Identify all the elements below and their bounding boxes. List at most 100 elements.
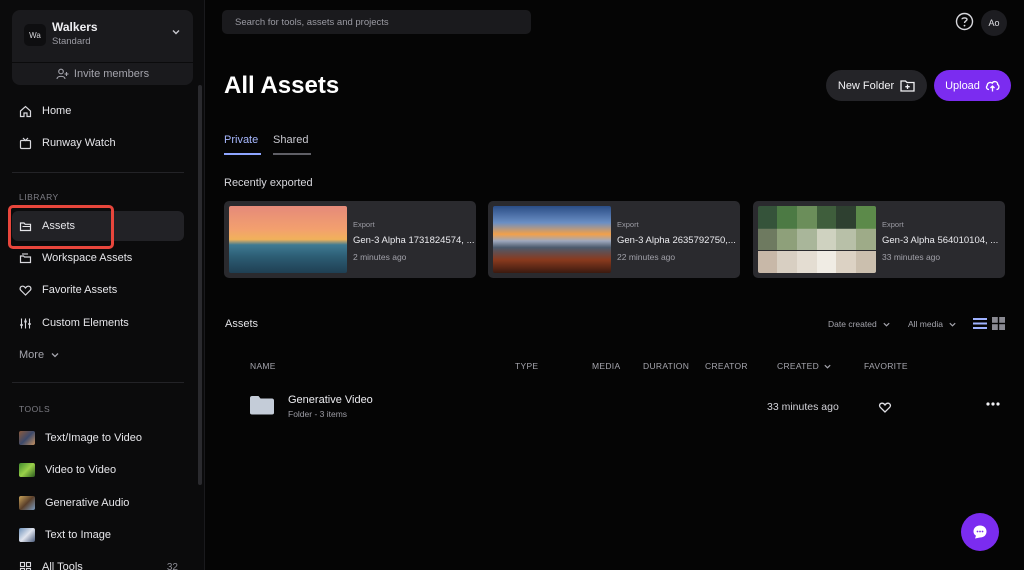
- video-to-video-icon: [19, 463, 35, 477]
- sidebar-item-label: Custom Elements: [42, 317, 129, 329]
- recent-export-card[interactable]: Export Gen-3 Alpha 1731824574, ... 2 min…: [224, 201, 476, 278]
- workspace-plan: Standard: [52, 36, 91, 47]
- sidebar-scrollbar[interactable]: [198, 85, 202, 485]
- user-avatar[interactable]: Ao: [981, 10, 1007, 36]
- export-thumbnail: [229, 206, 347, 273]
- media-filter-label: All media: [908, 319, 943, 329]
- tv-icon: [19, 137, 32, 149]
- sidebar: Wa Walkers Standard Invite members Home …: [0, 0, 205, 570]
- tools-section-label: TOOLS: [19, 404, 51, 414]
- recent-export-card[interactable]: Export Gen-3 Alpha 2635792750,... 22 min…: [488, 201, 740, 278]
- page-title: All Assets: [224, 72, 340, 99]
- add-user-icon: [56, 68, 69, 80]
- column-header-created[interactable]: CREATED: [777, 361, 832, 371]
- column-header-media[interactable]: MEDIA: [592, 361, 620, 371]
- sidebar-divider: [12, 382, 184, 383]
- column-header-creator[interactable]: CREATOR: [705, 361, 748, 371]
- sidebar-item-more[interactable]: More: [12, 340, 184, 370]
- sidebar-item-runway-watch[interactable]: Runway Watch: [12, 128, 184, 158]
- export-title: Gen-3 Alpha 564010104, ...: [882, 235, 999, 246]
- tab-private[interactable]: Private: [224, 134, 261, 155]
- sidebar-item-custom-elements[interactable]: Custom Elements: [12, 308, 184, 338]
- sidebar-item-all-tools[interactable]: All Tools 32: [12, 552, 184, 570]
- grid-icon: [19, 561, 32, 570]
- export-thumbnail: [493, 206, 611, 273]
- export-time: 22 minutes ago: [617, 252, 676, 262]
- export-title: Gen-3 Alpha 1731824574, ...: [353, 235, 475, 246]
- workspace-icon: [19, 252, 32, 263]
- sidebar-item-label: Workspace Assets: [42, 252, 133, 264]
- column-header-name[interactable]: NAME: [250, 361, 276, 371]
- sidebar-item-label: Text/Image to Video: [45, 432, 143, 444]
- media-filter-dropdown[interactable]: All media: [908, 319, 957, 329]
- list-view-icon[interactable]: [973, 317, 987, 330]
- sidebar-item-label: Favorite Assets: [42, 284, 118, 296]
- sidebar-item-home[interactable]: Home: [12, 96, 184, 126]
- grid-view-icon[interactable]: [992, 317, 1005, 330]
- heart-icon: [19, 285, 32, 296]
- export-thumbnail: [758, 206, 876, 273]
- workspace-name: Walkers: [52, 20, 98, 34]
- export-type: Export: [882, 220, 904, 229]
- export-time: 2 minutes ago: [353, 252, 407, 262]
- sort-label: Date created: [828, 319, 877, 329]
- home-icon: [19, 105, 32, 117]
- workspace-avatar: Wa: [24, 24, 46, 46]
- export-type: Export: [617, 220, 639, 229]
- chat-support-button[interactable]: [961, 513, 999, 551]
- sidebar-item-label: All Tools: [42, 561, 83, 570]
- heart-icon[interactable]: [878, 401, 892, 414]
- recent-export-card[interactable]: Export Gen-3 Alpha 564010104, ... 33 min…: [753, 201, 1005, 278]
- sidebar-item-video-to-video[interactable]: Video to Video: [12, 455, 184, 485]
- sidebar-divider: [12, 172, 184, 173]
- new-folder-button[interactable]: New Folder: [826, 70, 927, 101]
- workspace-divider: [12, 62, 193, 63]
- tool-count-badge: 32: [166, 561, 178, 570]
- search-input[interactable]: Search for tools, assets and projects: [222, 10, 531, 34]
- chevron-down-icon: [883, 322, 890, 327]
- assets-heading: Assets: [225, 318, 259, 330]
- help-icon[interactable]: [955, 12, 974, 31]
- text-to-image-icon: [19, 528, 35, 542]
- table-row[interactable]: Generative Video Folder - 3 items 33 min…: [224, 384, 1014, 430]
- asset-meta: Folder - 3 items: [288, 409, 348, 419]
- asset-name: Generative Video: [288, 394, 373, 406]
- tab-shared[interactable]: Shared: [273, 134, 311, 155]
- column-header-favorite[interactable]: FAVORITE: [864, 361, 908, 371]
- export-type: Export: [353, 220, 375, 229]
- sidebar-item-text-image-to-video[interactable]: Text/Image to Video: [12, 423, 184, 453]
- upload-button[interactable]: Upload: [934, 70, 1011, 101]
- sliders-icon: [20, 318, 31, 328]
- asset-created: 33 minutes ago: [767, 401, 839, 413]
- export-title: Gen-3 Alpha 2635792750,...: [617, 235, 736, 246]
- folder-plus-icon: [900, 80, 915, 92]
- sidebar-item-generative-audio[interactable]: Generative Audio: [12, 488, 184, 518]
- workspace-selector[interactable]: Wa Walkers Standard: [12, 10, 193, 58]
- chevron-down-icon: [949, 322, 956, 327]
- column-header-label: CREATED: [777, 361, 820, 371]
- workspace-switcher: Wa Walkers Standard Invite members: [12, 10, 193, 85]
- invite-members-label: Invite members: [73, 68, 150, 80]
- cloud-upload-icon: [985, 80, 1000, 92]
- chevron-down-icon: [51, 353, 59, 358]
- sidebar-item-label: Text to Image: [45, 529, 112, 541]
- folder-icon: [250, 396, 274, 415]
- generative-audio-icon: [19, 496, 35, 510]
- assets-highlight-box: [8, 205, 114, 249]
- text-image-to-video-icon: [19, 431, 35, 445]
- sidebar-item-label: Video to Video: [45, 464, 117, 476]
- new-folder-label: New Folder: [837, 79, 895, 92]
- sidebar-item-favorite-assets[interactable]: Favorite Assets: [12, 275, 184, 305]
- chevron-down-icon: [172, 30, 180, 35]
- upload-label: Upload: [945, 79, 980, 92]
- invite-members-button[interactable]: Invite members: [12, 65, 193, 83]
- sidebar-item-label: More: [19, 349, 45, 361]
- chat-bubble-icon: [973, 525, 987, 539]
- sidebar-item-label: Home: [42, 105, 72, 117]
- column-header-type[interactable]: TYPE: [515, 361, 538, 371]
- sidebar-item-text-to-image[interactable]: Text to Image: [12, 520, 184, 550]
- more-options-icon[interactable]: [986, 401, 1000, 407]
- column-header-duration[interactable]: DURATION: [643, 361, 689, 371]
- recently-exported-heading: Recently exported: [224, 177, 313, 189]
- sort-dropdown[interactable]: Date created: [828, 319, 891, 329]
